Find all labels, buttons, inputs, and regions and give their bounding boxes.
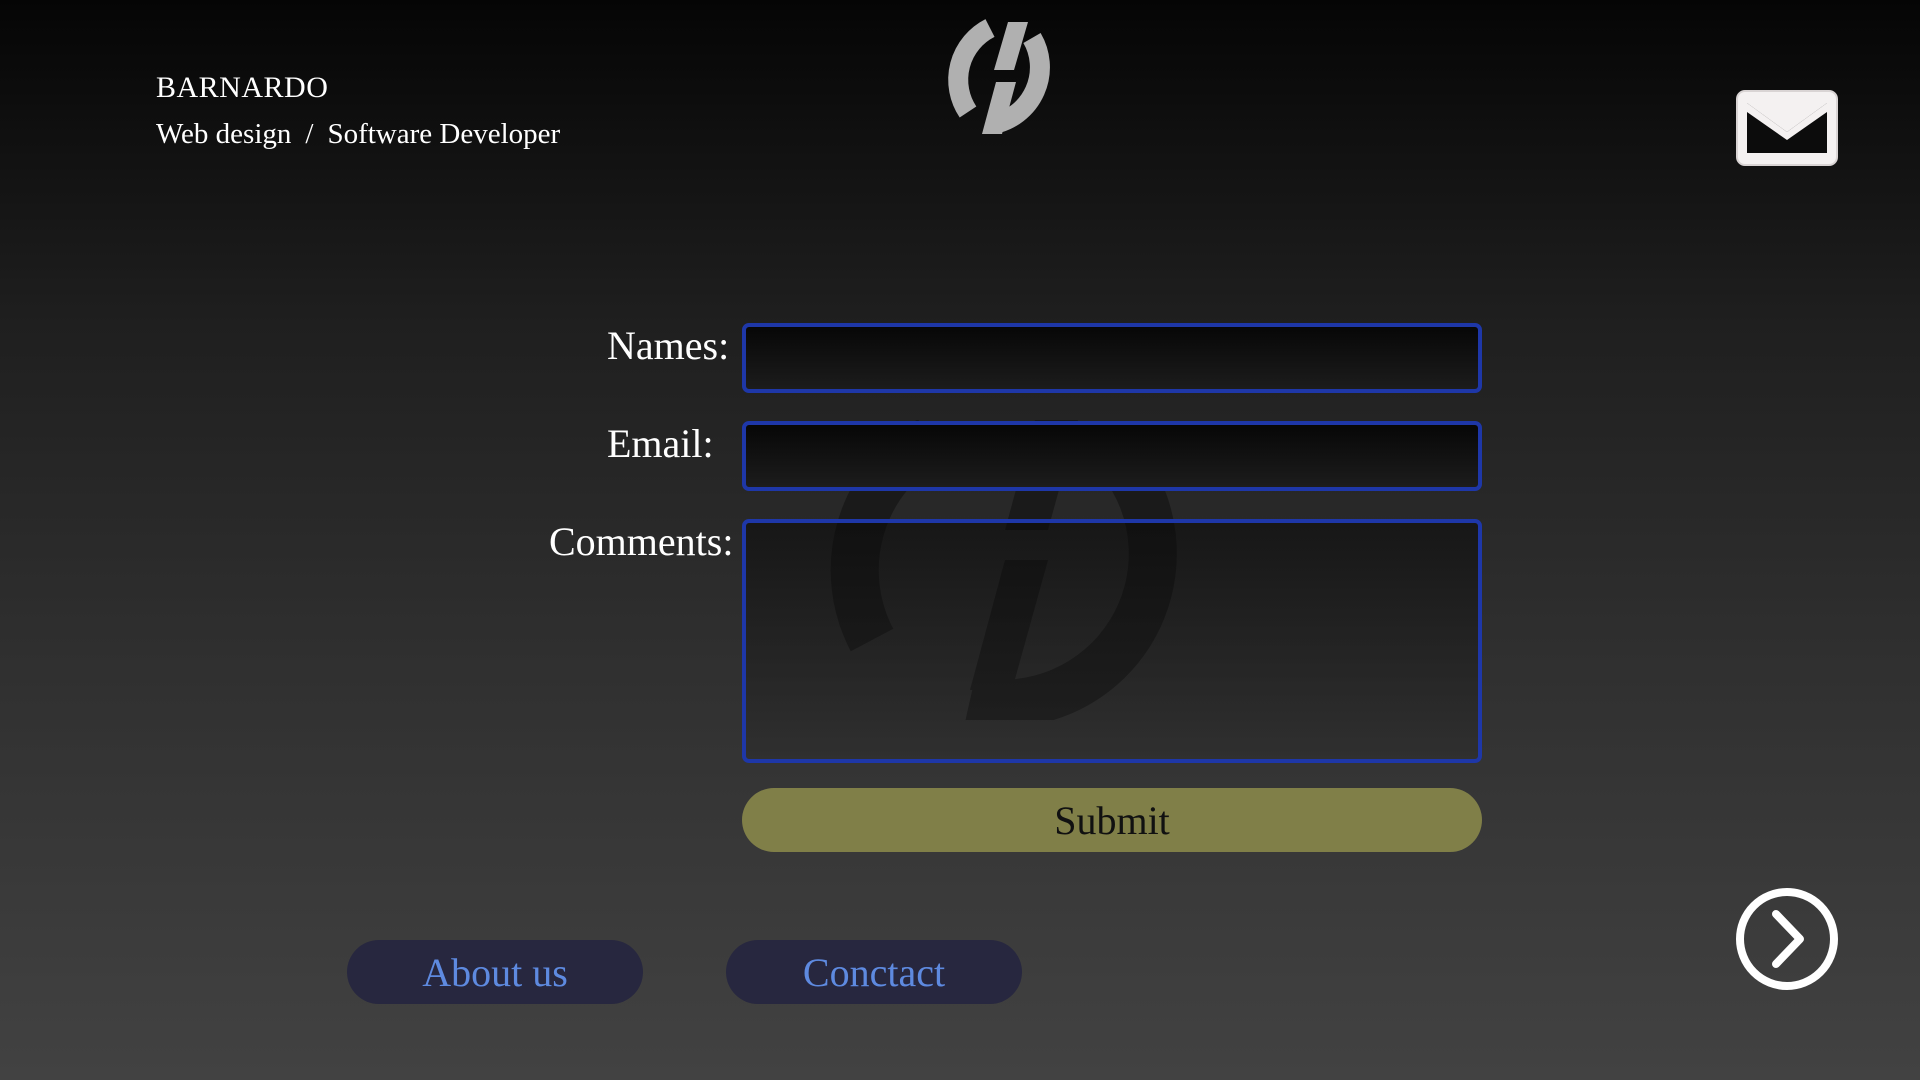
subtitle-separator: / (305, 118, 314, 150)
about-us-button[interactable]: About us (347, 940, 643, 1004)
chevron-right-circle-icon[interactable] (1734, 886, 1840, 992)
names-label: Names: (607, 323, 730, 368)
brand-name: BARNARDO (156, 71, 329, 104)
power-swirl-logo-icon[interactable] (924, 10, 1076, 138)
comments-textarea[interactable] (742, 519, 1482, 763)
names-input[interactable] (742, 323, 1482, 393)
submit-button[interactable]: Submit (742, 788, 1482, 852)
comments-label: Comments: (549, 519, 734, 564)
contact-button[interactable]: Conctact (726, 940, 1022, 1004)
envelope-icon[interactable] (1734, 88, 1840, 168)
brand-subtitle: Web design / Software Developer (156, 116, 560, 152)
subtitle-software-developer: Software Developer (327, 118, 561, 150)
email-label: Email: (607, 421, 714, 466)
brand-block: BARNARDO Web design / Software Developer (156, 70, 560, 152)
subtitle-web-design: Web design (156, 118, 292, 150)
email-input[interactable] (742, 421, 1482, 491)
